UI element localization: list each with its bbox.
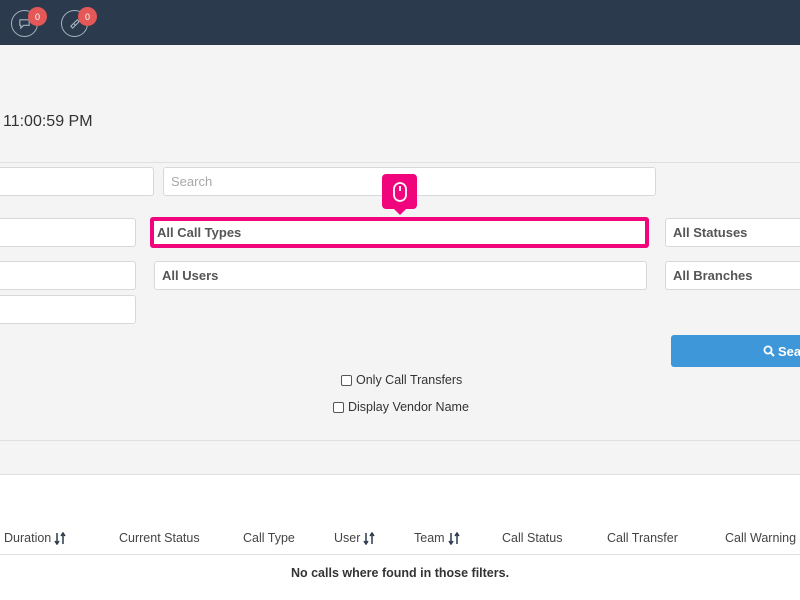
left-filter-input[interactable] [0,167,154,196]
table-header-divider [0,554,800,555]
click-marker [382,174,417,215]
mouse-icon [392,181,407,202]
column-header-call-status: Call Status [502,531,563,545]
sort-icon [54,531,66,545]
branches-select[interactable]: All Branches [665,261,800,290]
display-vendor-name-option[interactable]: Display Vendor Name [333,400,469,414]
column-header-call-warning: Call Warning [725,531,797,545]
left-filter-select-3[interactable] [0,295,136,324]
divider [0,162,800,163]
column-header-team[interactable]: Team [414,531,460,545]
call-types-select[interactable]: All Call Types [150,217,649,248]
top-nav-bar: 0 0 [0,0,800,45]
column-header-call-transfer: Call Transfer [607,531,678,545]
column-header-call-type: Call Type [243,531,295,545]
chat-badge: 0 [28,7,47,26]
users-select[interactable]: All Users [154,261,647,290]
search-icon [763,345,775,357]
column-header-current-status: Current Status [119,531,200,545]
only-call-transfers-label: Only Call Transfers [356,373,463,387]
search-button-label: Sea [778,343,800,359]
search-button[interactable]: Sea [671,335,800,367]
sort-icon [447,531,460,545]
ticket-button[interactable]: 0 [61,7,97,37]
sort-icon [363,531,376,545]
left-filter-select-1[interactable] [0,218,136,247]
column-header-user[interactable]: User [334,531,376,545]
statuses-select[interactable]: All Statuses [665,218,800,247]
empty-results-message: No calls where found in those filters. [290,566,510,580]
only-call-transfers-option[interactable]: Only Call Transfers [341,373,462,387]
display-vendor-name-checkbox[interactable] [333,401,344,413]
clock-time: 11:00:59 PM [3,113,93,130]
only-call-transfers-checkbox[interactable] [341,374,352,386]
display-vendor-name-label: Display Vendor Name [348,400,469,414]
chat-button[interactable]: 0 [11,7,47,37]
column-header-duration[interactable]: Duration [4,531,66,545]
divider [0,440,800,441]
ticket-badge: 0 [78,7,97,26]
left-filter-select-2[interactable] [0,261,136,290]
